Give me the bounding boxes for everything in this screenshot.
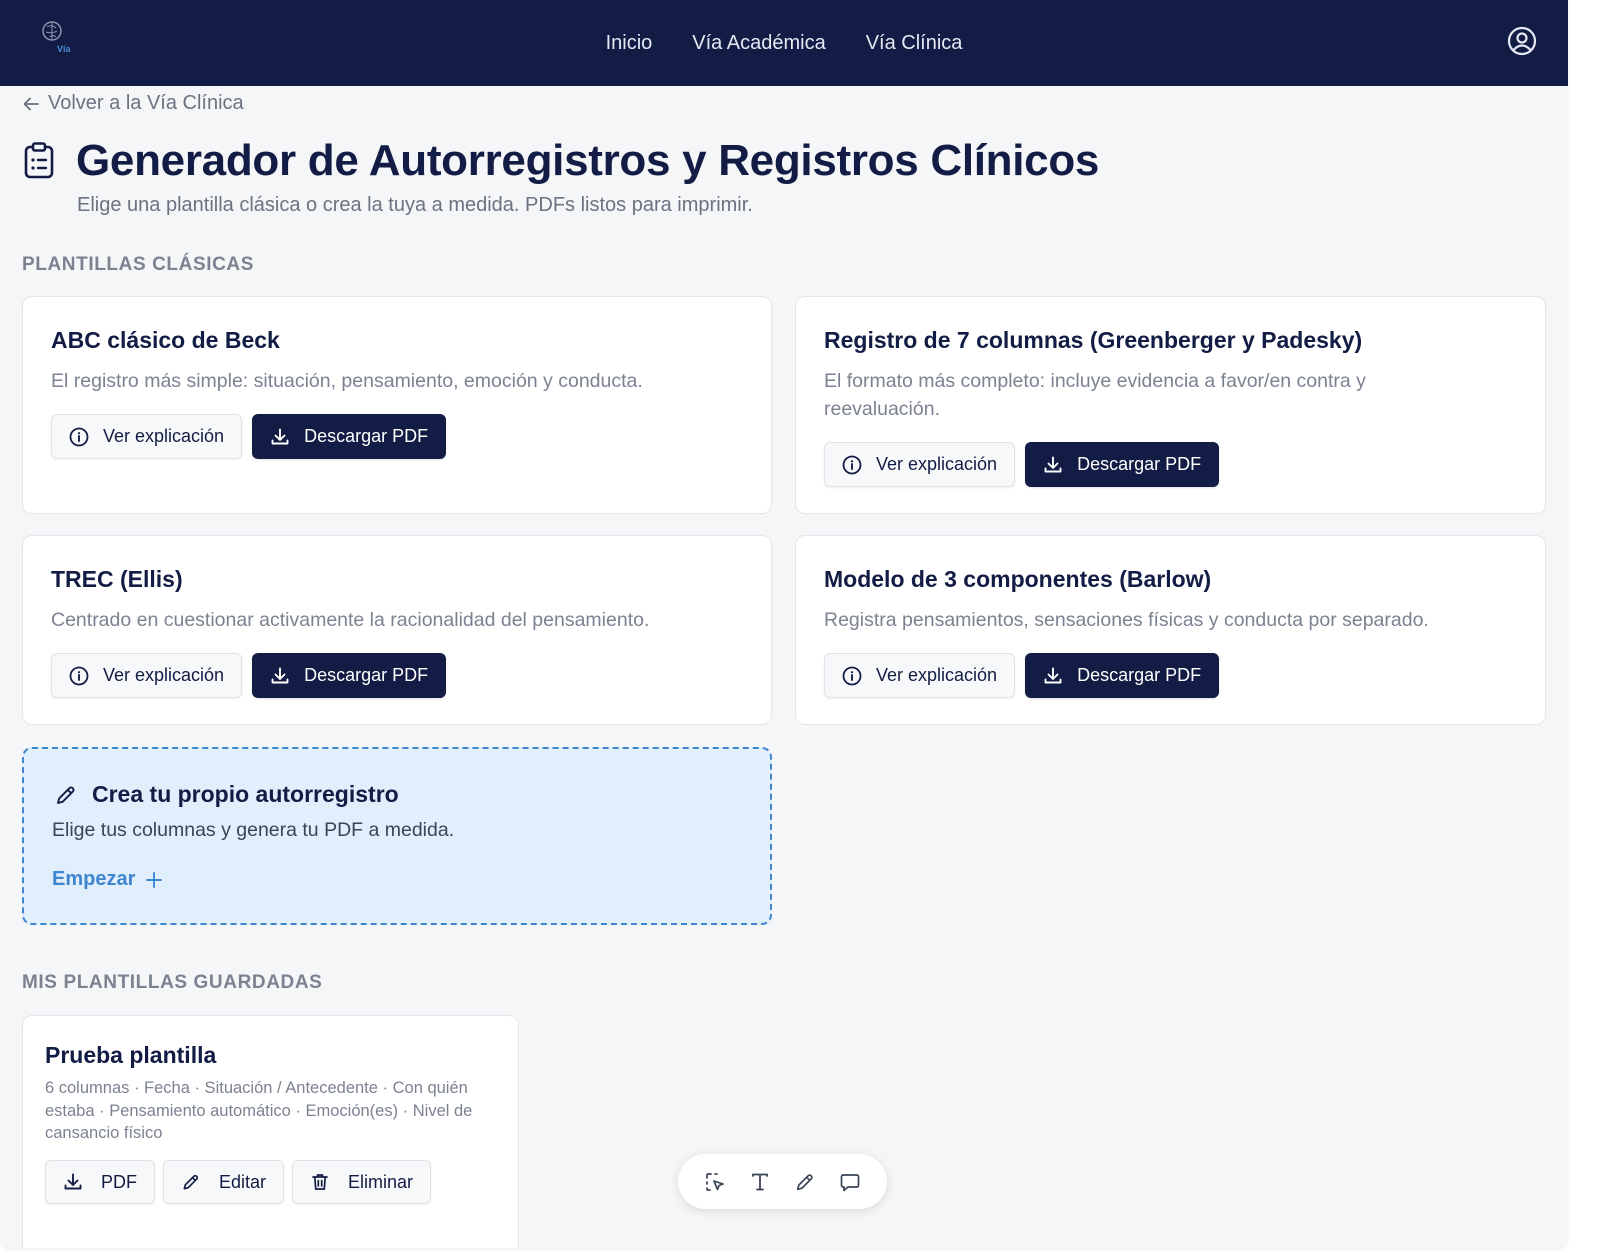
floating-toolbar	[678, 1154, 887, 1209]
view-explanation-button[interactable]: Ver explicación	[824, 442, 1016, 487]
template-actions: Ver explicación Descargar PDF	[824, 442, 1220, 487]
create-template-description: Elige tus columnas y genera tu PDF a med…	[52, 819, 455, 841]
template-title: Modelo de 3 componentes (Barlow)	[824, 566, 1212, 592]
template-actions: Ver explicación Descargar PDF	[51, 414, 447, 459]
template-title: TREC (Ellis)	[51, 566, 183, 592]
info-icon	[842, 455, 862, 474]
template-description: El registro más simple: situación, pensa…	[51, 370, 643, 392]
download-icon	[271, 667, 289, 683]
nav-link-via-clinica[interactable]: Vía Clínica	[866, 32, 963, 55]
select-tool-icon[interactable]	[700, 1167, 730, 1197]
delete-button[interactable]: Eliminar	[292, 1160, 432, 1204]
main-nav: Inicio Vía Académica Vía Clínica	[0, 0, 1568, 86]
saved-pdf-button[interactable]: PDF	[45, 1160, 155, 1204]
edit-label: Editar	[219, 1171, 267, 1192]
download-pdf-button[interactable]: Descargar PDF	[252, 414, 447, 459]
plus-icon	[146, 871, 163, 888]
page-header: Generador de Autorregistros y Registros …	[22, 136, 1099, 186]
template-description: Registra pensamientos, sensaciones físic…	[824, 609, 1429, 631]
template-actions: Ver explicación Descargar PDF	[51, 653, 447, 698]
via-logo[interactable]: Vía	[38, 18, 74, 58]
top-navbar: Vía Inicio Vía Académica Vía Clínica	[0, 0, 1568, 86]
template-card-7-columns: Registro de 7 columnas (Greenberger y Pa…	[795, 296, 1546, 514]
view-explanation-button[interactable]: Ver explicación	[824, 653, 1016, 698]
template-title: ABC clásico de Beck	[51, 327, 280, 353]
template-description: Centrado en cuestionar activamente la ra…	[51, 609, 650, 631]
app-window: Vía Inicio Vía Académica Vía Clínica Vol…	[0, 0, 1568, 1248]
clipboard-icon	[24, 142, 54, 179]
delete-label: Eliminar	[348, 1171, 414, 1192]
download-pdf-button[interactable]: Descargar PDF	[1025, 442, 1220, 487]
saved-template-card: Prueba plantilla 6 columnas · Fecha · Si…	[22, 1015, 519, 1248]
back-link[interactable]: Volver a la Vía Clínica	[22, 92, 244, 115]
info-icon	[842, 666, 862, 685]
create-template-card[interactable]: Crea tu propio autorregistro Elige tus c…	[22, 747, 772, 925]
trash-icon	[312, 1174, 328, 1190]
nav-link-via-academica[interactable]: Vía Académica	[692, 32, 825, 55]
download-pdf-label: Descargar PDF	[304, 426, 429, 446]
page-subtitle: Elige una plantilla clásica o crea la tu…	[77, 194, 753, 216]
view-explanation-label: Ver explicación	[103, 665, 225, 685]
download-pdf-label: Descargar PDF	[304, 665, 429, 685]
template-actions: Ver explicación Descargar PDF	[824, 653, 1220, 698]
user-account-icon[interactable]	[1506, 25, 1538, 57]
comment-tool-icon[interactable]	[835, 1167, 865, 1197]
saved-template-title: Prueba plantilla	[45, 1042, 217, 1068]
template-card-barlow: Modelo de 3 componentes (Barlow) Registr…	[795, 535, 1546, 725]
template-card-trec-ellis: TREC (Ellis) Centrado en cuestionar acti…	[22, 535, 772, 725]
view-explanation-button[interactable]: Ver explicación	[51, 414, 243, 459]
brain-logo-icon: Vía	[42, 21, 72, 54]
edit-button[interactable]: Editar	[163, 1160, 285, 1204]
info-icon	[69, 427, 89, 446]
saved-template-description: 6 columnas · Fecha · Situación / Anteced…	[45, 1079, 473, 1142]
download-icon	[1044, 456, 1062, 472]
arrow-left-icon	[23, 97, 39, 110]
create-template-header: Crea tu propio autorregistro	[54, 781, 399, 808]
section-label-saved: MIS PLANTILLAS GUARDADAS	[22, 972, 323, 993]
text-tool-icon[interactable]	[745, 1167, 775, 1197]
download-pdf-label: Descargar PDF	[1077, 665, 1202, 685]
download-pdf-label: Descargar PDF	[1077, 454, 1202, 474]
download-icon	[1044, 667, 1062, 683]
view-explanation-label: Ver explicación	[103, 426, 225, 446]
pencil-icon	[57, 786, 75, 804]
pencil-icon	[183, 1174, 199, 1190]
download-icon	[271, 428, 289, 444]
view-explanation-label: Ver explicación	[876, 665, 998, 685]
view-explanation-label: Ver explicación	[876, 454, 998, 474]
section-label-classic: PLANTILLAS CLÁSICAS	[22, 254, 255, 275]
download-icon	[64, 1173, 82, 1190]
template-description: El formato más completo: incluye evidenc…	[824, 370, 1366, 420]
saved-template-actions: PDF Editar Eliminar	[45, 1160, 432, 1204]
logo-text: Vía	[57, 44, 72, 54]
saved-pdf-label: PDF	[101, 1171, 137, 1192]
template-card-abc-beck: ABC clásico de Beck El registro más simp…	[22, 296, 772, 514]
template-title: Registro de 7 columnas (Greenberger y Pa…	[824, 327, 1363, 353]
nav-link-inicio[interactable]: Inicio	[606, 32, 653, 55]
pencil-tool-icon[interactable]	[790, 1167, 820, 1197]
create-template-title: Crea tu propio autorregistro	[92, 781, 399, 807]
download-pdf-button[interactable]: Descargar PDF	[252, 653, 447, 698]
start-button-label: Empezar	[52, 868, 136, 890]
page-title: Generador de Autorregistros y Registros …	[76, 136, 1100, 185]
start-button[interactable]: Empezar	[52, 868, 163, 891]
back-link-label: Volver a la Vía Clínica	[48, 92, 244, 114]
view-explanation-button[interactable]: Ver explicación	[51, 653, 243, 698]
download-pdf-button[interactable]: Descargar PDF	[1025, 653, 1220, 698]
info-icon	[69, 666, 89, 685]
